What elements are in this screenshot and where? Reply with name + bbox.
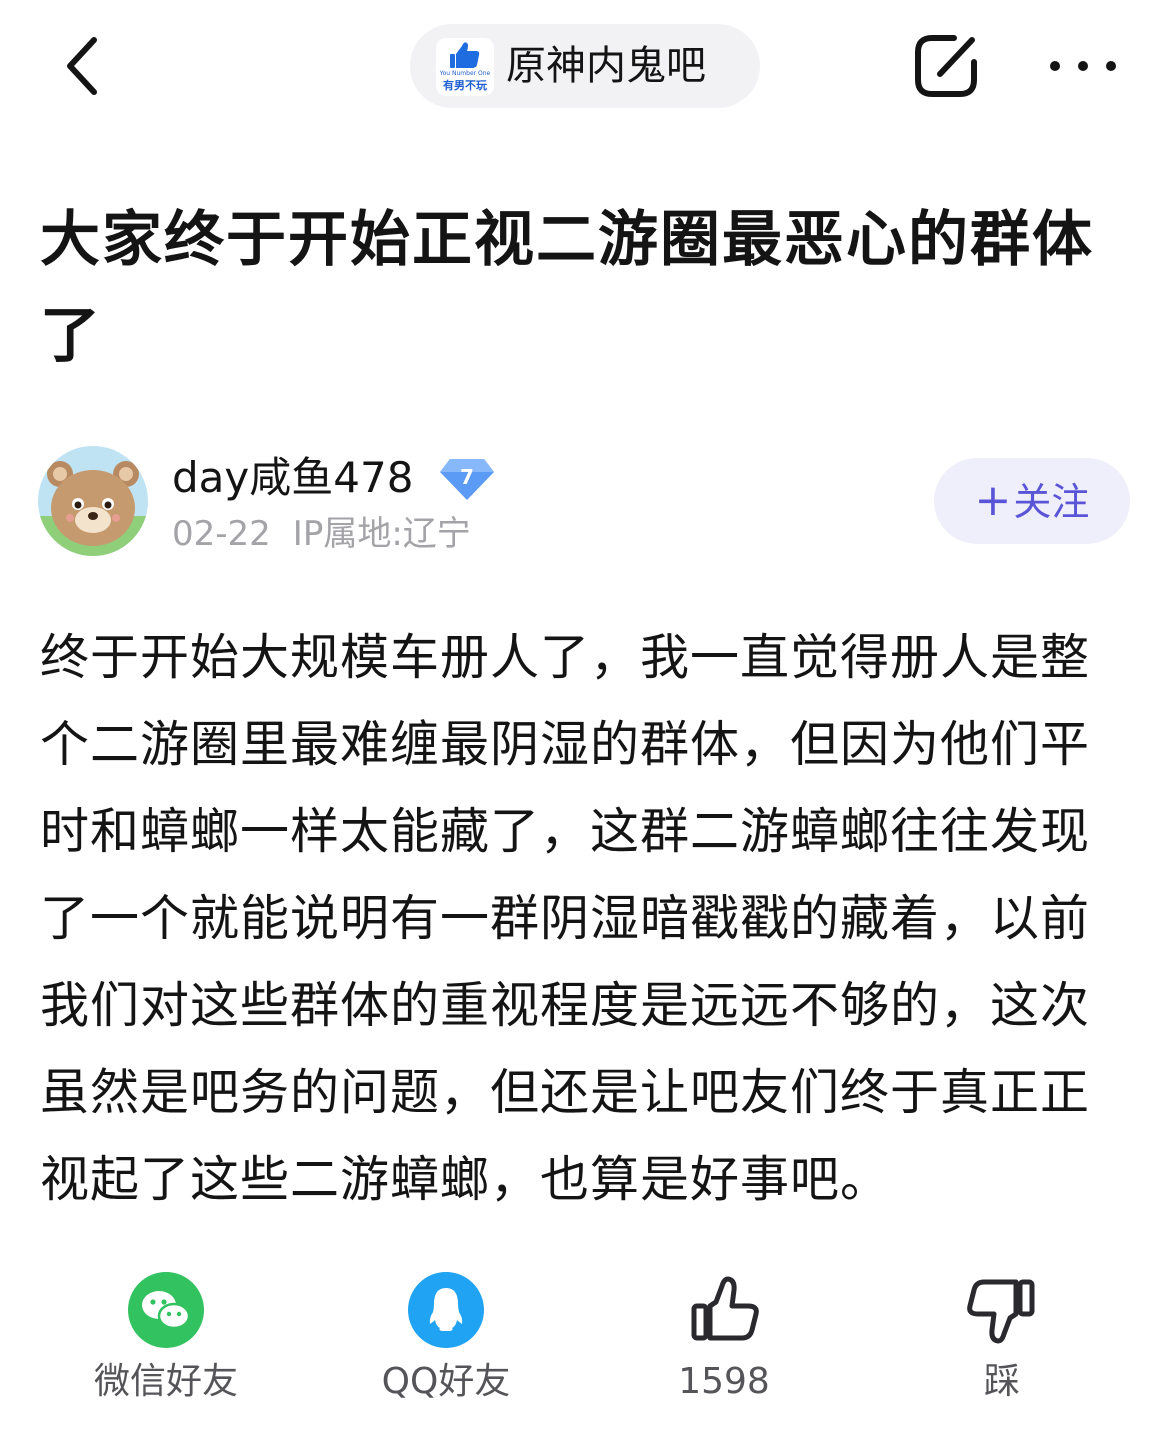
follow-label: 关注 [1013, 480, 1090, 524]
edit-button[interactable] [910, 28, 986, 104]
post-title: 大家终于开始正视二游圈最恶心的群体了 [40, 205, 1094, 371]
follow-button[interactable]: +关注 [934, 458, 1130, 544]
forum-link[interactable]: You Number One 有男不玩 原神内鬼吧 [410, 24, 760, 108]
thumbs-down-icon [967, 1279, 1035, 1344]
post-date: 02-22 [172, 514, 271, 554]
diamond-level-icon: 7 [440, 459, 494, 500]
like-button[interactable]: 1598 [614, 1272, 834, 1412]
forum-logo-text: 有男不玩 [443, 79, 487, 92]
forum-logo: You Number One 有男不玩 [436, 38, 494, 96]
dislike-label: 踩 [983, 1361, 1020, 1402]
back-button[interactable] [60, 34, 110, 98]
plus-icon: + [974, 475, 1012, 526]
forum-logo-tagline: You Number One [439, 70, 491, 77]
author-name[interactable]: day咸鱼478 [172, 452, 413, 504]
more-button[interactable] [1046, 50, 1120, 82]
post-body: 终于开始大规模车册人了，我一直觉得册人是整个二游圈里最难缠最阴湿的群体，但因为他… [40, 629, 1091, 1208]
wechat-icon [128, 1272, 204, 1348]
back-chevron-icon [67, 37, 97, 95]
level-number: 7 [460, 465, 474, 489]
share-qq-button[interactable]: QQ好友 [336, 1272, 556, 1412]
more-dots-icon [1050, 61, 1116, 71]
qq-label: QQ好友 [381, 1361, 511, 1402]
ip-location: IP属地:辽宁 [292, 514, 471, 554]
thumbs-up-logo-icon [450, 42, 480, 68]
wechat-label: 微信好友 [93, 1361, 238, 1402]
post-meta: 02-22 IP属地:辽宁 [172, 512, 471, 556]
forum-name: 原神内鬼吧 [506, 43, 706, 89]
dislike-button[interactable]: 踩 [892, 1272, 1112, 1412]
bear-avatar-icon [38, 446, 148, 556]
share-wechat-button[interactable]: 微信好友 [56, 1272, 276, 1412]
qq-icon [408, 1272, 484, 1348]
edit-icon [915, 35, 977, 97]
thumbs-up-icon [691, 1276, 759, 1341]
like-count: 1598 [678, 1361, 770, 1402]
avatar[interactable] [38, 446, 148, 556]
level-badge: 7 [438, 456, 496, 502]
top-bar: You Number One 有男不玩 原神内鬼吧 [0, 0, 1170, 130]
